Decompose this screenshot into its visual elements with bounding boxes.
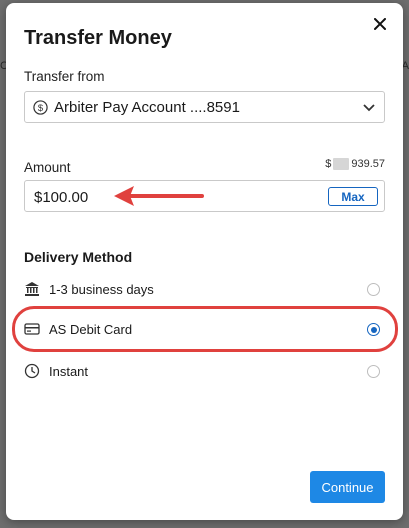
delivery-option-debit-card[interactable]: AS Debit Card <box>24 318 384 342</box>
dialog-title: Transfer Money <box>24 27 172 49</box>
chevron-down-icon <box>363 104 375 112</box>
delivery-option-label: 1-3 business days <box>49 282 154 297</box>
close-button[interactable] <box>369 13 391 35</box>
amount-label: Amount <box>24 160 71 175</box>
svg-text:$: $ <box>38 102 44 112</box>
balance-prefix: $ <box>325 158 332 170</box>
redacted-block <box>333 158 350 170</box>
available-balance: $ 939.57 <box>325 158 385 170</box>
transfer-money-dialog: Transfer Money Transfer from $ Arbiter P… <box>6 3 403 520</box>
delivery-option-instant[interactable]: Instant <box>24 360 384 384</box>
transfer-from-label: Transfer from <box>24 69 105 84</box>
delivery-option-business-days[interactable]: 1-3 business days <box>24 278 384 302</box>
max-button[interactable]: Max <box>328 187 378 206</box>
annotation-arrow-icon <box>114 186 204 206</box>
dollar-circle-icon: $ <box>33 99 48 115</box>
bank-icon <box>25 282 39 296</box>
delivery-method-title: Delivery Method <box>24 249 133 265</box>
transfer-from-value: Arbiter Pay Account ....8591 <box>54 98 240 116</box>
clock-icon <box>24 363 40 379</box>
transfer-from-select[interactable]: $ Arbiter Pay Account ....8591 <box>24 91 385 123</box>
delivery-option-label: Instant <box>49 364 89 379</box>
delivery-radio[interactable] <box>367 365 380 378</box>
continue-button[interactable]: Continue <box>310 471 385 503</box>
amount-value: $100.00 <box>34 189 89 206</box>
delivery-radio[interactable] <box>367 283 380 296</box>
card-icon <box>24 323 40 335</box>
close-icon <box>374 18 386 30</box>
balance-value: 939.57 <box>351 158 385 170</box>
delivery-option-label: AS Debit Card <box>49 322 133 337</box>
delivery-radio-selected[interactable] <box>367 323 380 336</box>
